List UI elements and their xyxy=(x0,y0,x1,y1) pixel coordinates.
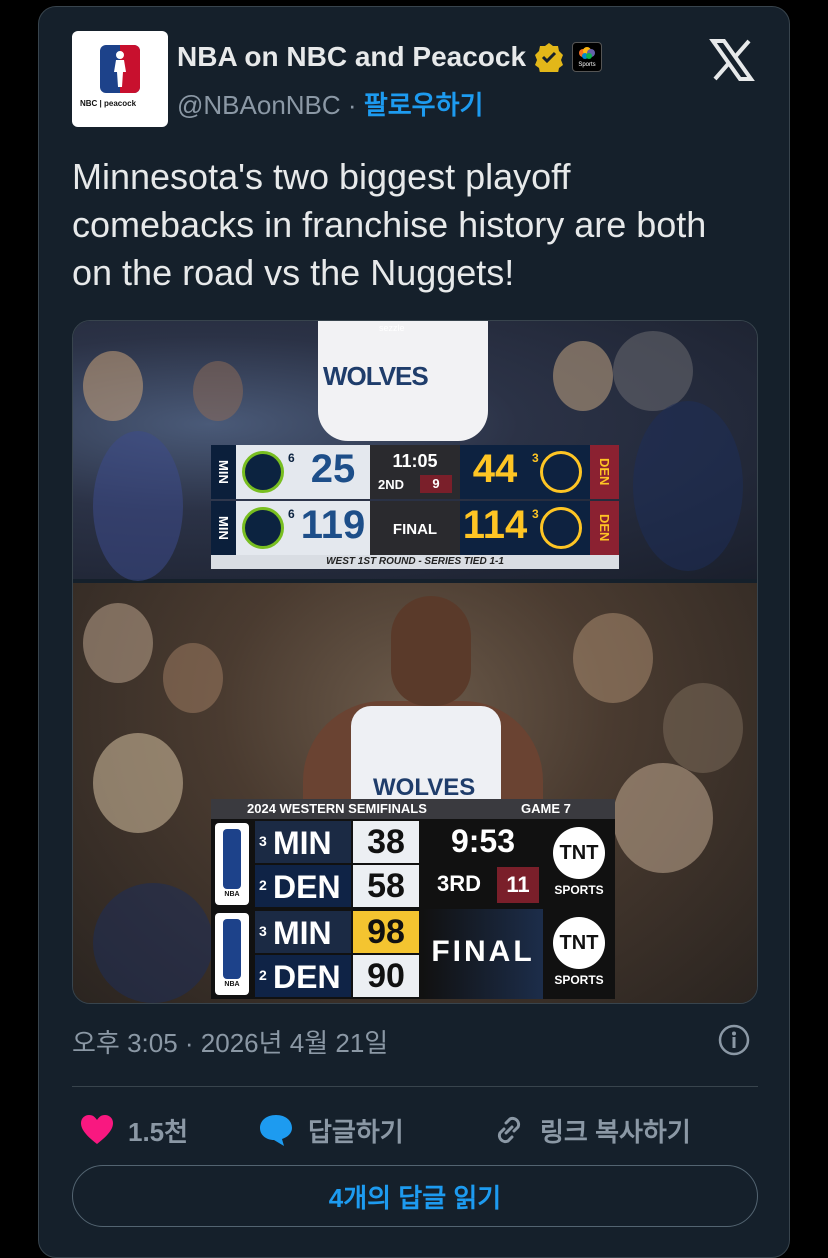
display-name[interactable]: NBA on NBC and Peacock xyxy=(177,41,526,73)
nuggets-logo-icon xyxy=(540,507,582,549)
scorebug-block-final: NBA 3 MIN 98 2 DEN 90 FINAL TNT SPORTS xyxy=(211,909,615,999)
game-period: 3RD xyxy=(437,871,482,896)
scorebug-row-final: MIN 6 119 FINAL 114 3 DEN xyxy=(211,501,619,555)
team-abbr: MIN xyxy=(211,445,236,499)
team-seed: 3 xyxy=(259,923,267,939)
like-count: 1.5천 xyxy=(128,1116,189,1147)
divider xyxy=(72,1086,758,1087)
opp-score: 114 xyxy=(462,503,528,547)
scorebug-block-live: NBA 3 MIN 38 2 DEN 58 9:53 3RD 11 TNT SP… xyxy=(211,819,615,909)
tweet-text: Minnesota's two biggest playoff comeback… xyxy=(72,156,707,293)
team-seed: 6 xyxy=(288,507,295,521)
team-abbr: MIN xyxy=(273,825,332,861)
opp-score: 44 xyxy=(472,447,518,491)
avatar[interactable]: NBC | peacock xyxy=(72,31,168,127)
read-replies-button[interactable]: 4개의 답글 읽기 xyxy=(72,1165,758,1227)
team-abbr: DEN xyxy=(273,959,341,995)
game-number: GAME 7 xyxy=(521,801,571,816)
action-bar: 1.5천 답글하기 링크 복사하기 xyxy=(72,1105,758,1155)
reply-bubble-icon xyxy=(260,1115,292,1146)
team-score: 58 xyxy=(353,865,419,907)
avatar-brand-text: NBC | peacock xyxy=(80,99,137,108)
game-period: 2ND xyxy=(378,477,405,492)
game-clock: 9:53 xyxy=(450,823,516,859)
team-score: 119 xyxy=(300,503,366,547)
heart-icon xyxy=(81,1115,113,1144)
scorebug-row-live: MIN 6 25 11:05 2ND 9 44 3 DEN xyxy=(211,445,619,499)
verified-badge-icon xyxy=(535,43,564,72)
opp-seed: 3 xyxy=(532,507,539,521)
nuggets-logo-icon xyxy=(540,451,582,493)
info-icon[interactable] xyxy=(717,1023,751,1057)
opp-seed: 3 xyxy=(532,451,539,465)
team-seed: 2 xyxy=(259,877,267,893)
team-seed: 6 xyxy=(288,451,295,465)
timberwolves-logo-icon xyxy=(242,451,284,493)
scorebug-game-2: 2024 WESTERN SEMIFINALS GAME 7 NBA 3 MIN… xyxy=(211,799,615,999)
copy-link-label: 링크 복사하기 xyxy=(540,1116,691,1147)
shot-clock: 9 xyxy=(420,475,452,493)
opp-abbr: DEN xyxy=(590,501,619,555)
x-logo-icon[interactable] xyxy=(709,37,755,83)
jersey-text: WOLVES xyxy=(323,361,429,391)
follow-button[interactable]: 팔로우하기 xyxy=(364,90,484,120)
tnt-sports-logo-icon: TNT SPORTS xyxy=(547,917,611,991)
series-footer: WEST 1ST ROUND - SERIES TIED 1-1 xyxy=(211,555,619,569)
author-name-row: NBA on NBC and Peacock Sports xyxy=(177,37,603,77)
team-seed: 3 xyxy=(259,833,267,849)
team-seed: 2 xyxy=(259,967,267,983)
team-score: 38 xyxy=(353,821,419,863)
team-score: 98 xyxy=(353,911,419,953)
tweet-card: NBC | peacock NBA on NBC and Peacock Spo… xyxy=(38,6,790,1258)
handle-row: @NBAonNBC · 팔로우하기 xyxy=(177,85,483,122)
game-clock: 11:05 xyxy=(392,451,438,471)
team-abbr: MIN xyxy=(273,915,332,951)
reply-label: 답글하기 xyxy=(308,1116,404,1147)
handle[interactable]: @NBAonNBC xyxy=(177,90,341,120)
svg-text:Sports: Sports xyxy=(578,62,595,68)
shot-clock: 11 xyxy=(497,867,539,903)
reply-button[interactable]: 답글하기 xyxy=(258,1105,404,1155)
like-button[interactable]: 1.5천 xyxy=(80,1105,188,1155)
team-score: 90 xyxy=(353,955,419,997)
tweet-media[interactable]: WOLVES sezzle MIN 6 25 11:05 2ND 9 44 3 … xyxy=(72,320,758,1004)
link-icon xyxy=(497,1116,521,1144)
team-abbr: DEN xyxy=(273,869,341,905)
opp-abbr: DEN xyxy=(590,445,619,499)
sponsor-text: sezzle xyxy=(379,323,405,333)
separator: · xyxy=(347,90,357,120)
team-score: 25 xyxy=(310,447,356,491)
timberwolves-logo-icon xyxy=(242,507,284,549)
tweet-timestamp[interactable]: 오후 3:05 · 2026년 4월 21일 xyxy=(72,1023,388,1060)
copy-link-button[interactable]: 링크 복사하기 xyxy=(492,1105,691,1155)
game-status: FINAL xyxy=(392,521,438,538)
player-head xyxy=(391,596,471,706)
nba-logo-icon xyxy=(100,45,140,93)
team-abbr: MIN xyxy=(211,501,236,555)
game-status: FINAL xyxy=(431,935,535,968)
series-title: 2024 WESTERN SEMIFINALS xyxy=(247,801,427,816)
nba-logo-icon: NBA xyxy=(215,823,249,905)
photo-game-1: WOLVES sezzle MIN 6 25 11:05 2ND 9 44 3 … xyxy=(73,321,757,581)
nba-logo-icon: NBA xyxy=(215,913,249,995)
tnt-sports-logo-icon: TNT SPORTS xyxy=(547,827,611,901)
jersey-text: WOLVES xyxy=(373,774,476,801)
nbc-sports-icon[interactable]: Sports xyxy=(572,42,603,72)
scorebug-game-1: MIN 6 25 11:05 2ND 9 44 3 DEN MIN 6 119 … xyxy=(211,445,619,569)
